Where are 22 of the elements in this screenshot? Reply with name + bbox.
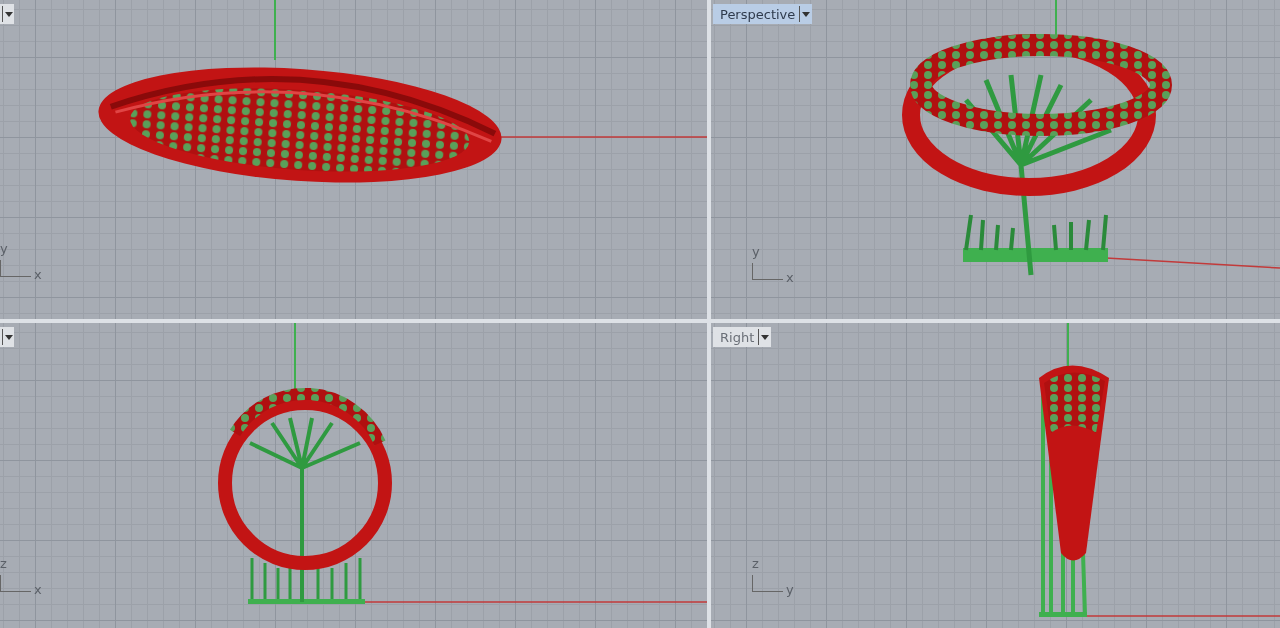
caret-icon[interactable] xyxy=(758,329,769,345)
viewport[interactable]: Right z y xyxy=(711,323,1280,628)
axis-label: y xyxy=(0,242,8,256)
axis-label: z xyxy=(0,557,7,571)
axis-corner-icon xyxy=(0,575,31,592)
axis-label: x xyxy=(786,271,794,285)
axis-label: x xyxy=(34,583,42,597)
world-axis-line xyxy=(1067,323,1069,369)
viewport-tab[interactable]: Right xyxy=(713,327,772,347)
axis-corner-icon xyxy=(0,260,31,277)
axis-label: y xyxy=(786,583,794,597)
viewport[interactable]: Perspective y x xyxy=(711,0,1280,319)
world-axis-line xyxy=(274,0,276,61)
axis-label: z xyxy=(752,557,759,571)
axis-label: x xyxy=(34,268,42,282)
axis-corner-icon xyxy=(752,263,783,280)
viewport[interactable]: z x xyxy=(0,323,707,628)
viewport[interactable]: y x xyxy=(0,0,707,319)
caret-icon[interactable] xyxy=(799,6,810,22)
axis-corner-icon xyxy=(752,575,783,592)
axis-label: y xyxy=(752,245,760,259)
viewport-tab[interactable]: Perspective xyxy=(713,4,813,24)
